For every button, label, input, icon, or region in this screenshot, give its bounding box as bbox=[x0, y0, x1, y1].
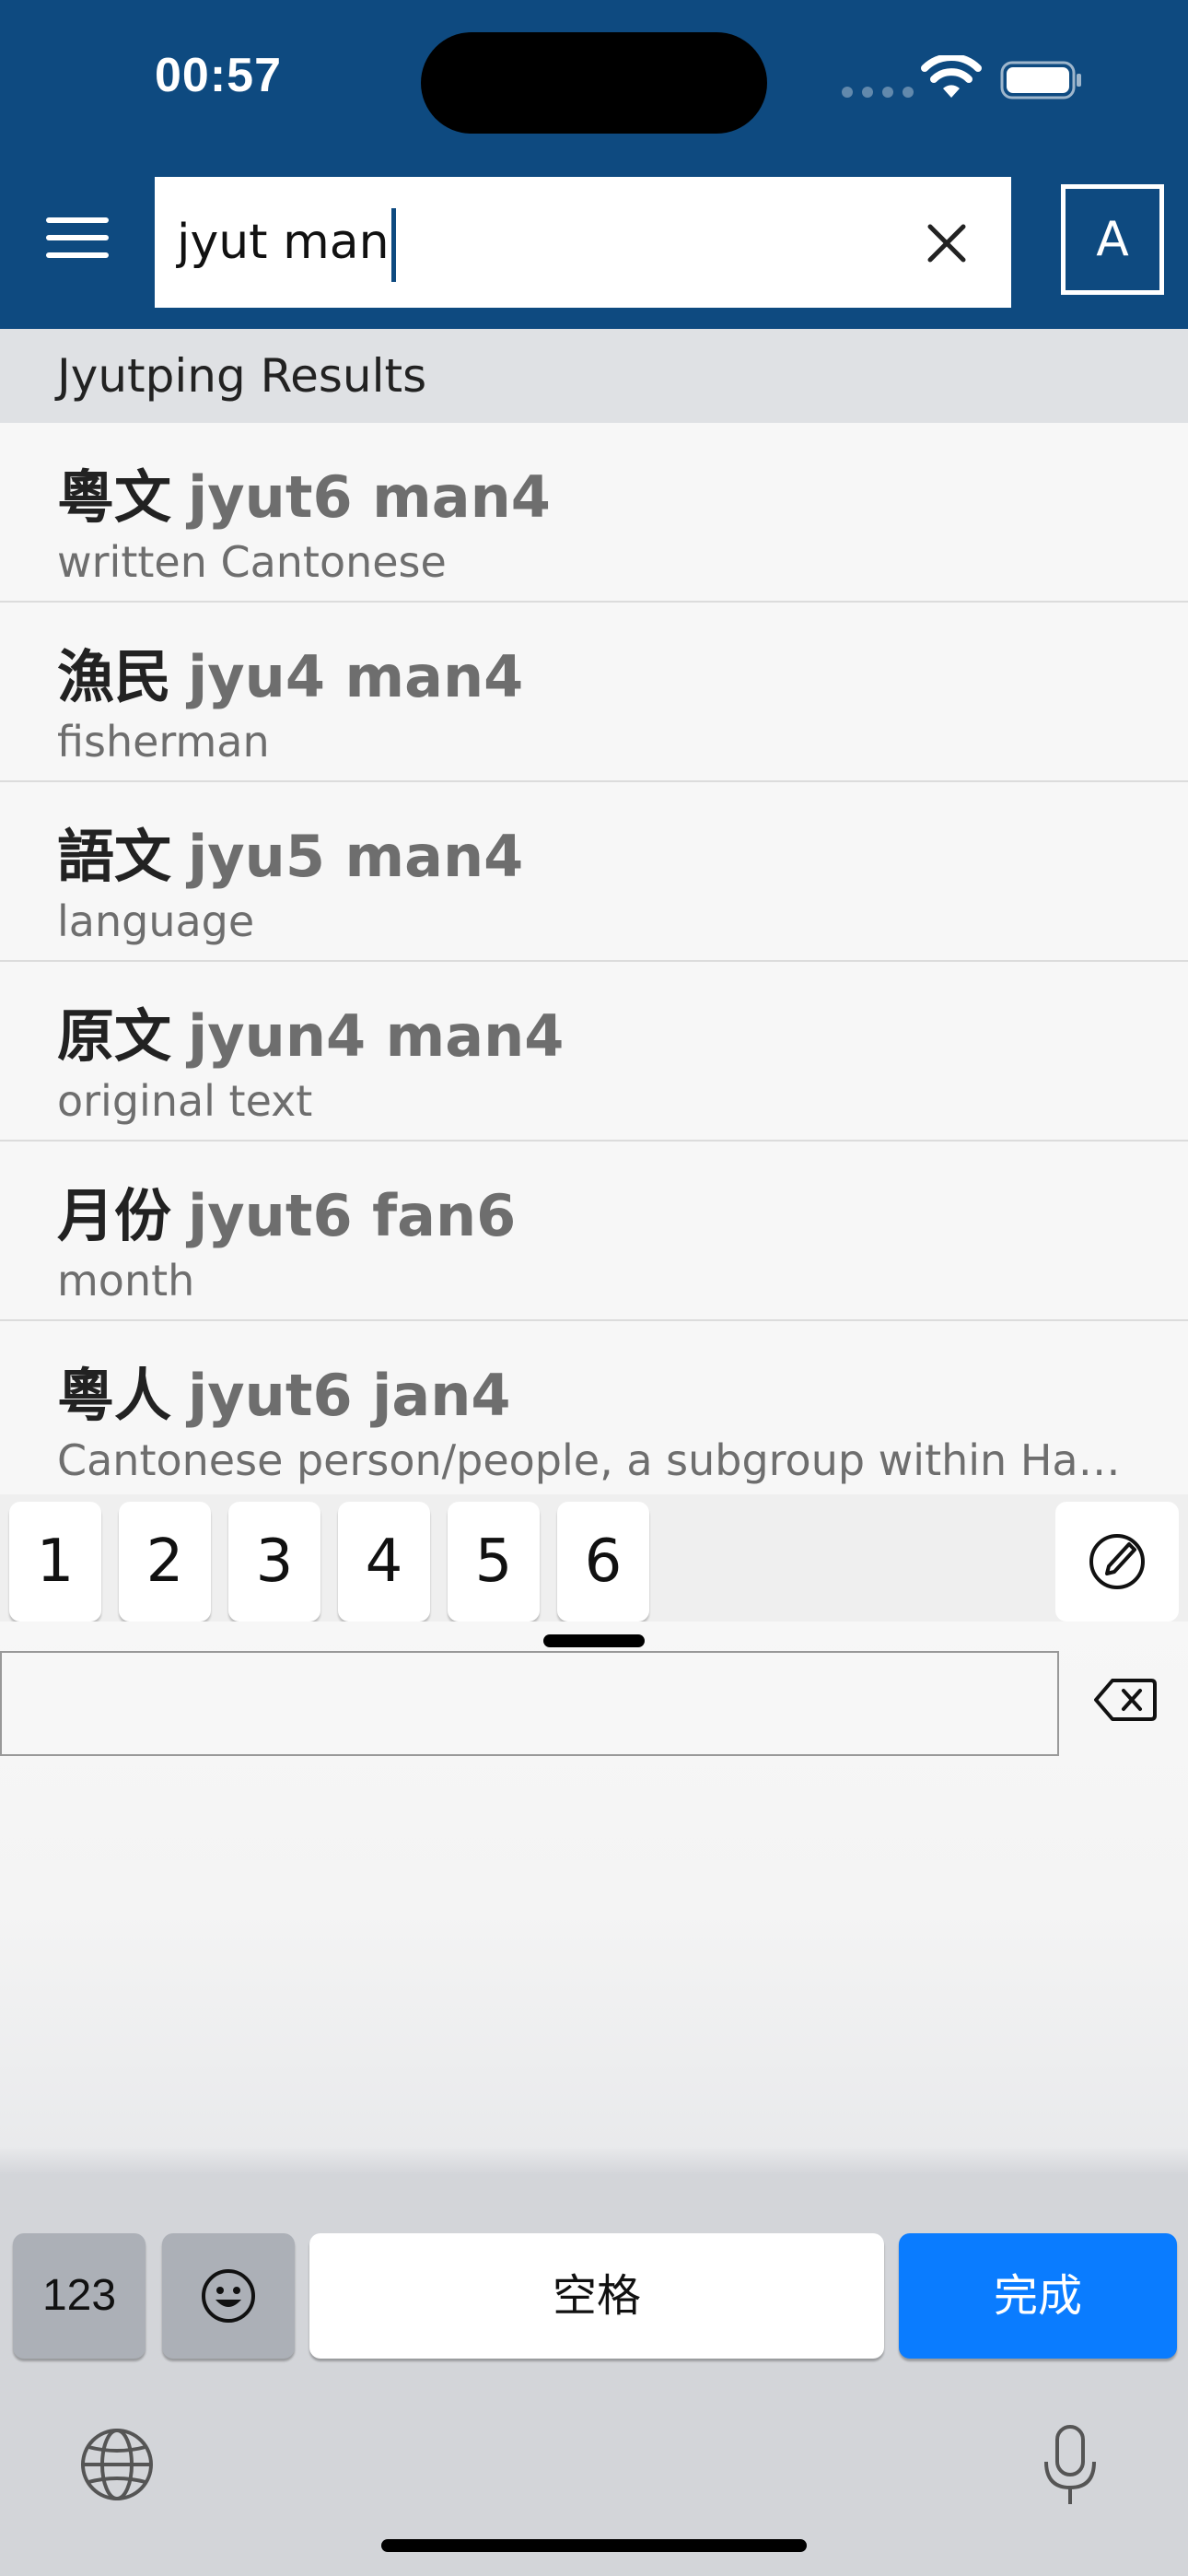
language-toggle-button[interactable]: A bbox=[1061, 184, 1164, 295]
battery-icon bbox=[1000, 61, 1081, 100]
emoji-key[interactable] bbox=[162, 2233, 295, 2359]
result-jyutping: jyu5 man4 bbox=[188, 823, 524, 890]
home-indicator[interactable] bbox=[381, 2539, 807, 2552]
section-title: Jyutping Results bbox=[57, 349, 427, 403]
tone-key-5[interactable]: 5 bbox=[448, 1502, 540, 1622]
dynamic-island bbox=[421, 32, 767, 134]
tone-key-3[interactable]: 3 bbox=[228, 1502, 320, 1622]
result-gloss: written Cantonese bbox=[57, 537, 447, 587]
result-jyutping: jyut6 fan6 bbox=[188, 1182, 517, 1249]
keyboard-grabber[interactable] bbox=[543, 1634, 645, 1647]
tone-key-4[interactable]: 4 bbox=[338, 1502, 430, 1622]
keyboard-composition-field[interactable] bbox=[0, 1651, 1059, 1756]
cellular-signal-icon bbox=[842, 87, 914, 98]
result-hanzi: 粵文 bbox=[57, 463, 172, 531]
result-hanzi: 漁民 bbox=[57, 643, 172, 710]
handwriting-key[interactable] bbox=[1055, 1502, 1179, 1622]
result-jyutping: jyut6 jan4 bbox=[188, 1362, 511, 1429]
pencil-circle-icon bbox=[1089, 1534, 1145, 1589]
keyboard-bottom-row: 123 空格 完成 bbox=[0, 2213, 1188, 2576]
done-key[interactable]: 完成 bbox=[899, 2233, 1177, 2359]
tone-key-2[interactable]: 2 bbox=[119, 1502, 211, 1622]
result-hanzi: 月份 bbox=[57, 1182, 172, 1249]
space-key[interactable]: 空格 bbox=[309, 2233, 884, 2359]
status-time: 00:57 bbox=[155, 49, 282, 102]
result-gloss: month bbox=[57, 1256, 195, 1306]
section-header: Jyutping Results bbox=[0, 329, 1188, 423]
numbers-key[interactable]: 123 bbox=[13, 2233, 146, 2359]
text-caret bbox=[390, 208, 396, 282]
result-gloss: fisherman bbox=[57, 717, 270, 767]
globe-icon[interactable] bbox=[79, 2427, 155, 2502]
result-hanzi: 原文 bbox=[57, 1002, 172, 1070]
delete-icon[interactable] bbox=[1094, 1677, 1157, 1723]
result-item[interactable]: 粵文 jyut6 man4 written Cantonese bbox=[0, 423, 1188, 603]
wifi-icon bbox=[921, 55, 982, 98]
tone-key-6[interactable]: 6 bbox=[557, 1502, 649, 1622]
keyboard-candidate-bar: 1 2 3 4 5 6 bbox=[0, 1494, 1188, 1622]
result-gloss: original text bbox=[57, 1076, 313, 1126]
results-list: 粵文 jyut6 man4 written Cantonese 漁民 jyu4 ma… bbox=[0, 423, 1188, 1485]
result-hanzi: 語文 bbox=[57, 823, 172, 890]
result-hanzi: 粵人 bbox=[57, 1362, 172, 1429]
result-item[interactable]: 語文 jyu5 man4 language bbox=[0, 782, 1188, 962]
result-item[interactable]: 漁民 jyu4 man4 fisherman bbox=[0, 603, 1188, 782]
tone-key-1[interactable]: 1 bbox=[9, 1502, 101, 1622]
search-input-value: jyut man bbox=[177, 215, 390, 270]
result-jyutping: jyut6 man4 bbox=[188, 463, 551, 531]
smiley-icon bbox=[202, 2269, 255, 2323]
menu-button[interactable] bbox=[46, 217, 109, 263]
search-input[interactable]: jyut man bbox=[155, 177, 1011, 308]
result-gloss: Cantonese person/people, a subgroup with… bbox=[57, 1435, 1125, 1485]
result-jyutping: jyun4 man4 bbox=[188, 1002, 565, 1070]
keyboard: 123 空格 完成 bbox=[0, 1622, 1188, 2576]
result-item[interactable]: 粵人 jyut6 jan4 Cantonese person/people, a … bbox=[0, 1321, 1188, 1485]
result-jyutping: jyu4 man4 bbox=[188, 643, 524, 710]
clear-search-icon[interactable] bbox=[919, 216, 974, 271]
hamburger-icon bbox=[46, 217, 109, 223]
result-gloss: language bbox=[57, 896, 255, 946]
result-item[interactable]: 原文 jyun4 man4 original text bbox=[0, 962, 1188, 1142]
microphone-icon[interactable] bbox=[1041, 2423, 1100, 2508]
result-item[interactable]: 月份 jyut6 fan6 month bbox=[0, 1142, 1188, 1321]
app-header: 00:57 jyut man A bbox=[0, 0, 1188, 329]
